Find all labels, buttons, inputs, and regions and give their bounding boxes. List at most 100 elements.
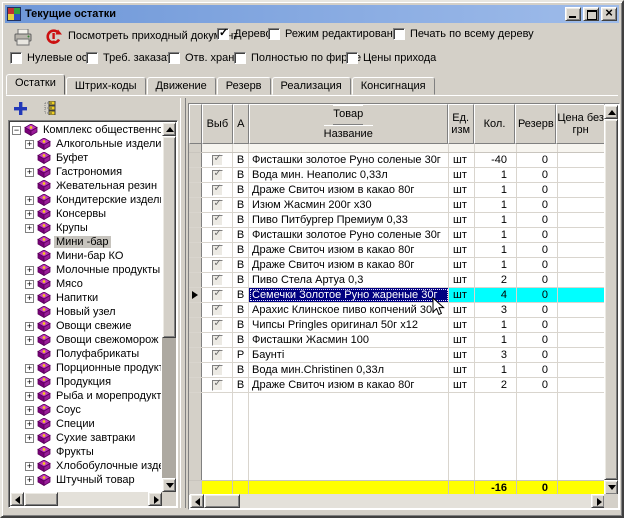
cell-unit[interactable]: шт [449, 273, 475, 287]
cell-name[interactable]: Фисташки золотое Руно соленые 30г [249, 153, 449, 167]
table-row[interactable]: В Драже Свиточ изюм в какао 80г шт 2 0 [189, 378, 605, 393]
cell-unit[interactable]: шт [449, 333, 475, 347]
cell-qty[interactable]: 1 [475, 258, 517, 272]
cell-name[interactable]: Пиво Стела Артуа 0,3 [249, 273, 449, 287]
cell-unit[interactable]: шт [449, 318, 475, 332]
tree-item[interactable]: + Овощи свежоморож [11, 333, 161, 347]
row-checkbox-cell[interactable] [202, 363, 233, 377]
cell-reserve[interactable]: 0 [517, 318, 558, 332]
cell-name[interactable]: Фисташки золотое Руно соленые 30г [249, 228, 449, 242]
checkbox-box[interactable] [346, 52, 358, 64]
checkbox-box[interactable] [10, 52, 22, 64]
tree-toggle-icon[interactable]: + [25, 434, 34, 443]
cell-reserve[interactable]: 0 [517, 258, 558, 272]
refresh-button[interactable] [42, 27, 64, 47]
checkbox[interactable]: Печать по всему дереву [393, 28, 534, 40]
tree-toggle-icon[interactable]: + [25, 364, 34, 373]
panel-splitter[interactable] [180, 98, 186, 508]
tree-item[interactable]: + Соус [11, 403, 161, 417]
cell-a[interactable]: В [233, 243, 249, 257]
row-checkbox-icon[interactable] [212, 380, 223, 391]
tab[interactable]: Резерв [217, 77, 271, 95]
checkbox-box[interactable] [234, 52, 246, 64]
table-row[interactable]: В Драже Свиточ изюм в какао 80г шт 1 0 [189, 258, 605, 273]
cell-unit[interactable]: шт [449, 228, 475, 242]
tree-item[interactable]: + Сухие завтраки [11, 431, 161, 445]
close-button[interactable] [601, 7, 617, 21]
tree-toggle-icon[interactable]: + [25, 406, 34, 415]
cell-qty[interactable]: 1 [475, 333, 517, 347]
tree-item[interactable]: + Специи [11, 417, 161, 431]
cell-qty[interactable]: 4 [475, 288, 517, 302]
tree-item[interactable]: + Хлобобулочные изде [11, 459, 161, 473]
tree-toggle-icon[interactable]: + [25, 140, 34, 149]
grid-scroll-left-button[interactable] [190, 494, 204, 508]
tree-item[interactable]: + Кондитерские издели [11, 193, 161, 207]
cell-a[interactable]: В [233, 318, 249, 332]
cell-qty[interactable]: 3 [475, 303, 517, 317]
row-checkbox-icon[interactable] [212, 215, 223, 226]
row-checkbox-icon[interactable] [212, 350, 223, 361]
cell-price[interactable] [558, 288, 607, 302]
cell-name[interactable]: Вода мин. Неаполис 0,33л [249, 168, 449, 182]
row-checkbox-icon[interactable] [212, 335, 223, 346]
cell-price[interactable] [558, 228, 607, 242]
table-row[interactable]: В Семечки Золотое Руно жареные 30г шт 4 … [189, 288, 605, 303]
cell-name[interactable]: Вода мин.Christinen 0,33л [249, 363, 449, 377]
tree-item[interactable]: Фрукты [11, 445, 161, 459]
row-checkbox-cell[interactable] [202, 228, 233, 242]
row-checkbox-cell[interactable] [202, 168, 233, 182]
cell-qty[interactable]: 1 [475, 318, 517, 332]
table-row[interactable]: В Изюм Жасмин 200г х30 шт 1 0 [189, 198, 605, 213]
cell-qty[interactable]: 1 [475, 168, 517, 182]
row-checkbox-cell[interactable] [202, 198, 233, 212]
tree-item[interactable]: + Овощи свежие [11, 319, 161, 333]
cell-name[interactable]: Пиво Питбургер Премиум 0,33 [249, 213, 449, 227]
tab[interactable]: Реализация [272, 77, 351, 95]
tree-item[interactable]: Новый узел [11, 305, 161, 319]
cell-name[interactable]: Изюм Жасмин 200г х30 [249, 198, 449, 212]
tree-toggle-icon[interactable]: − [12, 126, 21, 135]
checkbox-box[interactable] [268, 28, 280, 40]
cell-reserve[interactable]: 0 [517, 168, 558, 182]
cell-a[interactable]: Р [233, 348, 249, 362]
tree-toggle-icon[interactable]: + [25, 210, 34, 219]
table-row[interactable]: В Драже Свиточ изюм в какао 80г шт 1 0 [189, 243, 605, 258]
cell-name[interactable]: Драже Свиточ изюм в какао 80г [249, 243, 449, 257]
cell-price[interactable] [558, 303, 607, 317]
cell-a[interactable]: В [233, 378, 249, 392]
tree-toggle-icon[interactable]: + [25, 294, 34, 303]
table-row[interactable]: В Пиво Стела Артуа 0,3 шт 2 0 [189, 273, 605, 288]
tree-item[interactable]: + Штучный товар [11, 473, 161, 487]
cell-name[interactable]: Баунті [249, 348, 449, 362]
cell-qty[interactable]: 2 [475, 378, 517, 392]
cell-reserve[interactable]: 0 [517, 273, 558, 287]
tree-item[interactable]: − Комплекс общественно [11, 123, 161, 137]
cell-reserve[interactable]: 0 [517, 153, 558, 167]
cell-reserve[interactable]: 0 [517, 348, 558, 362]
cell-a[interactable]: В [233, 333, 249, 347]
row-checkbox-icon[interactable] [212, 245, 223, 256]
cell-price[interactable] [558, 183, 607, 197]
tree-toggle-icon[interactable]: + [25, 168, 34, 177]
row-checkbox-icon[interactable] [212, 230, 223, 241]
tree-item[interactable]: + Рыба и морепродукт [11, 389, 161, 403]
row-checkbox-cell[interactable] [202, 258, 233, 272]
tree-scroll-track[interactable] [162, 338, 176, 478]
cell-price[interactable] [558, 378, 607, 392]
cell-a[interactable]: В [233, 363, 249, 377]
cell-reserve[interactable]: 0 [517, 333, 558, 347]
tree-toggle-icon[interactable]: + [25, 224, 34, 233]
cell-price[interactable] [558, 168, 607, 182]
cell-qty[interactable]: 1 [475, 228, 517, 242]
tree-toggle-icon[interactable]: + [25, 266, 34, 275]
row-checkbox-icon[interactable] [212, 320, 223, 331]
checkbox[interactable]: Нулевые ост. [10, 52, 94, 64]
cell-unit[interactable]: шт [449, 378, 475, 392]
tree-item[interactable]: + Гастрономия [11, 165, 161, 179]
tree-item[interactable]: + Порционные продукт [11, 361, 161, 375]
cell-unit[interactable]: шт [449, 348, 475, 362]
cell-unit[interactable]: шт [449, 363, 475, 377]
cell-price[interactable] [558, 213, 607, 227]
cell-name[interactable]: Фисташки Жасмин 100 [249, 333, 449, 347]
